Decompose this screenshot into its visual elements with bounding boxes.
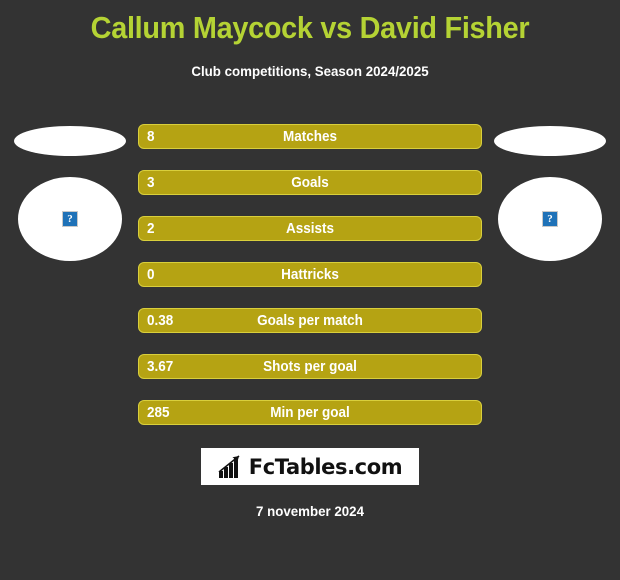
stat-label: Goals per match	[257, 312, 363, 329]
club-badge-left	[14, 126, 126, 156]
stats-list: 8 Matches 3 Goals 2 Assists 0 Hattricks …	[138, 124, 482, 425]
stat-row-goals-per-match: 0.38 Goals per match	[138, 308, 482, 333]
stat-value: 8	[147, 128, 155, 145]
stat-row-goals: 3 Goals	[138, 170, 482, 195]
broken-image-icon-left: ?	[62, 211, 78, 227]
stat-label: Hattricks	[281, 266, 339, 283]
player-panel-right: ?	[490, 118, 610, 278]
fctables-logo[interactable]: FcTables.com	[201, 448, 419, 485]
stat-label: Shots per goal	[263, 358, 357, 375]
stat-label: Goals	[291, 174, 329, 191]
player-photo-right: ?	[498, 177, 602, 261]
stat-label: Min per goal	[270, 404, 350, 421]
fctables-logo-text: FcTables.com	[248, 454, 403, 479]
stat-label: Assists	[285, 220, 335, 237]
broken-image-glyph-right: ?	[547, 212, 553, 225]
footer-date: 7 november 2024	[256, 503, 364, 519]
stat-row-hattricks: 0 Hattricks	[138, 262, 482, 287]
stat-label: Matches	[282, 128, 338, 145]
player-comparison-infographic: Callum Maycock vs David Fisher Club comp…	[0, 0, 620, 580]
bar-chart-growth-icon	[218, 454, 240, 478]
club-badge-right	[494, 126, 606, 156]
stat-row-shots-per-goal: 3.67 Shots per goal	[138, 354, 482, 379]
broken-image-icon-right: ?	[542, 211, 558, 227]
stat-value: 3	[147, 174, 155, 191]
stat-value: 2	[147, 220, 155, 237]
player-photo-left: ?	[18, 177, 122, 261]
stat-row-min-per-goal: 285 Min per goal	[138, 400, 482, 425]
stat-row-assists: 2 Assists	[138, 216, 482, 241]
stat-row-matches: 8 Matches	[138, 124, 482, 149]
page-subtitle: Club competitions, Season 2024/2025	[191, 63, 429, 79]
page-title: Callum Maycock vs David Fisher	[90, 10, 530, 45]
stat-value: 0	[147, 266, 155, 283]
player-panel-left: ?	[10, 118, 130, 278]
broken-image-glyph-left: ?	[67, 212, 73, 225]
